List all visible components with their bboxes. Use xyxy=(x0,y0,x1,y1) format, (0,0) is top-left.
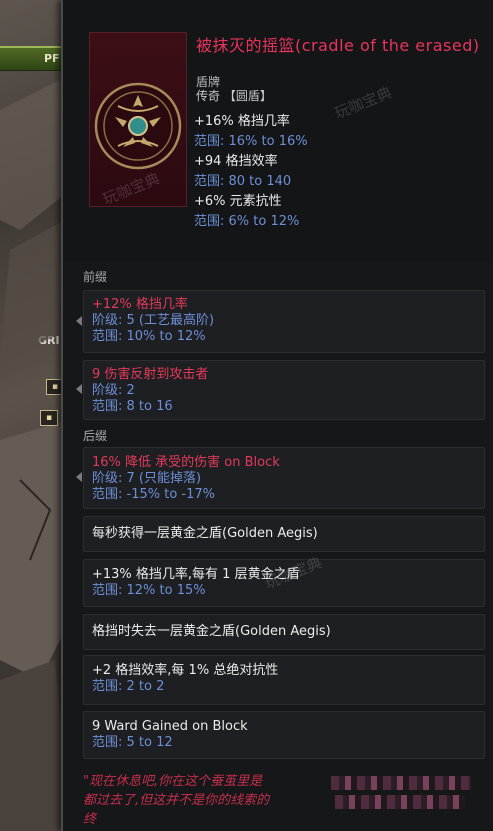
implicit-range: 范围: 80 to 140 xyxy=(194,174,292,189)
unique-mod-5[interactable]: 9 Ward Gained on Block 范围: 5 to 12 xyxy=(83,711,485,759)
censor-blur xyxy=(331,776,471,790)
item-title: 被抹灭的摇篮(cradle of the erased) xyxy=(196,36,480,55)
unique-line: 每秒获得一层黄金之盾(Golden Aegis) xyxy=(92,526,318,541)
affix-range: 范围: 8 to 16 xyxy=(92,399,173,414)
affix-tier: 阶级: 5 (工艺最高阶) xyxy=(92,313,215,328)
unique-range: 范围: 2 to 2 xyxy=(92,679,165,694)
affix-tier: 阶级: 2 xyxy=(92,383,135,398)
unique-line: 9 Ward Gained on Block xyxy=(92,719,248,734)
affix-prefix-2[interactable]: 9 伤害反射到攻击者 阶级: 2 范围: 8 to 16 xyxy=(76,360,485,420)
unique-line: 格挡时失去一层黄金之盾(Golden Aegis) xyxy=(92,624,331,639)
cliff-art xyxy=(0,420,70,831)
affix-arrow-icon xyxy=(76,384,82,394)
item-header: 被抹灭的摇篮(cradle of the erased) 盾牌 传奇 【圆盾】 … xyxy=(63,0,493,262)
implicit-line: +94 格挡效率 xyxy=(194,154,278,169)
implicit-line: +16% 格挡几率 xyxy=(194,114,290,129)
affix-line: 9 伤害反射到攻击者 xyxy=(92,367,209,382)
affix-suffix-1[interactable]: 16% 降低 承受的伤害 on Block 阶级: 7 (只能掉落) 范围: -… xyxy=(76,447,485,509)
map-marker-icon[interactable]: ▪ xyxy=(40,410,58,426)
shield-icon xyxy=(94,82,182,170)
suffix-label: 后缀 xyxy=(83,429,108,443)
prefix-label: 前缀 xyxy=(83,270,108,284)
hud-bar: PF xyxy=(0,46,70,71)
censor-blur xyxy=(335,795,465,809)
affix-range: 范围: -15% to -17% xyxy=(92,487,215,502)
affix-line: +12% 格挡几率 xyxy=(92,297,188,312)
unique-line: +2 格挡效率,每 1% 总绝对抗性 xyxy=(92,663,279,678)
item-rarity: 传奇 【圆盾】 xyxy=(196,89,272,103)
implicit-stats: +16% 格挡几率 范围: 16% to 16% +94 格挡效率 范围: 80… xyxy=(194,112,308,232)
implicit-range: 范围: 16% to 16% xyxy=(194,134,308,149)
affix-line: 16% 降低 承受的伤害 on Block xyxy=(92,455,280,470)
affix-prefix-1[interactable]: +12% 格挡几率 阶级: 5 (工艺最高阶) 范围: 10% to 12% xyxy=(76,290,485,353)
unique-mod-1[interactable]: 每秒获得一层黄金之盾(Golden Aegis) xyxy=(83,516,485,552)
stone-floor-art xyxy=(0,80,70,360)
unique-mod-3[interactable]: 格挡时失去一层黄金之盾(Golden Aegis) xyxy=(83,614,485,650)
watermark: 玩咖宝典 xyxy=(332,83,395,123)
unique-mod-4[interactable]: +2 格挡效率,每 1% 总绝对抗性 范围: 2 to 2 xyxy=(83,655,485,705)
affix-range: 范围: 10% to 12% xyxy=(92,329,206,344)
affix-arrow-icon xyxy=(76,472,82,482)
implicit-line: +6% 元素抗性 xyxy=(194,194,282,209)
lore-line: 终 xyxy=(83,812,97,827)
unique-range: 范围: 5 to 12 xyxy=(92,735,173,750)
affix-tier: 阶级: 7 (只能掉落) xyxy=(92,471,202,486)
affix-arrow-icon xyxy=(76,316,82,326)
implicit-range: 范围: 6% to 12% xyxy=(194,214,300,229)
hud-bar-label: PF xyxy=(44,52,60,65)
item-tooltip: 被抹灭的摇篮(cradle of the erased) 盾牌 传奇 【圆盾】 … xyxy=(61,0,493,831)
